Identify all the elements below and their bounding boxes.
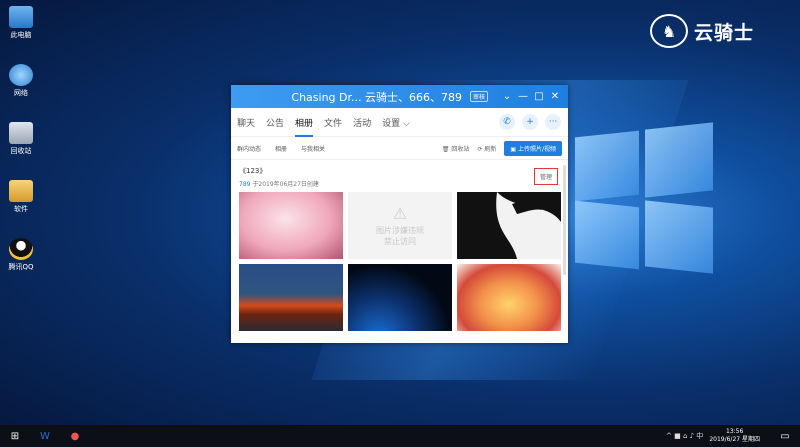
minimize-icon[interactable]: — xyxy=(516,91,530,102)
tab-chat[interactable]: 聊天 xyxy=(237,116,255,129)
subtab-album[interactable]: 相册 xyxy=(275,144,287,153)
desktop-icon-qq[interactable]: 腾讯QQ xyxy=(4,238,38,272)
photo-blocked[interactable]: ⚠ 图片涉嫌违规 禁止访问 xyxy=(348,192,452,259)
clock-time: 13:56 xyxy=(726,428,744,435)
album-header: 《123》 789 于2019年06月27日创建 管理 xyxy=(231,160,568,196)
notification-icon[interactable]: ▭ xyxy=(770,425,800,447)
tab-bar: 聊天 公告 相册 文件 活动 设置 ⌵ ✆ + ··· xyxy=(231,108,568,137)
network-icon xyxy=(9,64,33,86)
desktop-icon-label: 此电脑 xyxy=(10,31,32,39)
tab-announcement[interactable]: 公告 xyxy=(266,116,284,129)
album-title: 《123》 xyxy=(239,167,267,175)
desktop-icon-label: 网络 xyxy=(14,89,28,97)
taskbar: ⊞ W ● ^ ■ ⌂ ♪ 中 13:56 2019/6/27 星期四 ▭ xyxy=(0,425,800,447)
start-icon[interactable]: ⊞ xyxy=(0,425,30,447)
photo-grid: ⚠ 图片涉嫌违规 禁止访问 xyxy=(239,192,561,331)
tab-activity[interactable]: 活动 xyxy=(353,116,371,129)
add-icon[interactable]: + xyxy=(522,114,538,130)
subtab-group-feed[interactable]: 群内动态 xyxy=(237,144,261,153)
recycle-bin-button[interactable]: 🗑 回收站 xyxy=(442,144,470,153)
windows-logo xyxy=(575,122,715,274)
photo-cake[interactable] xyxy=(239,192,343,259)
phone-icon[interactable]: ✆ xyxy=(499,114,515,130)
tab-album[interactable]: 相册 xyxy=(295,116,314,137)
desktop-icon-label: 软件 xyxy=(14,205,28,213)
brand-logo: ♞ 云骑士 xyxy=(650,14,754,48)
photo-illustration[interactable] xyxy=(457,192,561,259)
clock-date: 2019/6/27 星期四 xyxy=(709,436,760,443)
warning-icon: ⚠ xyxy=(392,204,408,223)
desktop-icon-software[interactable]: 软件 xyxy=(4,180,38,214)
tab-settings[interactable]: 设置 ⌵ xyxy=(382,116,410,129)
desktop-icon-network[interactable]: 网络 xyxy=(4,64,38,98)
window-title: Chasing Dr... 云骑士、666、789 xyxy=(291,90,462,104)
subtab-related[interactable]: 与我相关 xyxy=(301,144,325,153)
title-tag[interactable]: 审核 xyxy=(469,91,488,102)
knight-icon: ♞ xyxy=(650,14,688,48)
desktop-icon-recycle-bin[interactable]: 回收站 xyxy=(4,122,38,156)
album-owner[interactable]: 789 xyxy=(239,181,250,188)
refresh-button[interactable]: ⟳ 刷新 xyxy=(477,144,496,153)
blocked-line-2: 禁止访问 xyxy=(384,237,416,246)
computer-icon xyxy=(9,6,33,28)
blocked-line-1: 图片涉嫌违规 xyxy=(376,226,424,235)
photo-volcano[interactable] xyxy=(239,264,343,331)
more-icon[interactable]: ⌄ xyxy=(500,91,514,102)
folder-icon xyxy=(9,180,33,202)
recycle-bin-icon xyxy=(9,122,33,144)
tab-files[interactable]: 文件 xyxy=(324,116,342,129)
manage-button[interactable]: 管理 xyxy=(533,168,558,185)
album-meta: 789 于2019年06月27日创建 xyxy=(239,179,568,188)
brand-text: 云骑士 xyxy=(694,21,755,44)
recycle-bin-label: 回收站 xyxy=(451,145,470,153)
photo-earth[interactable] xyxy=(348,264,452,331)
photo-fruit-cake[interactable] xyxy=(457,264,561,331)
scrollbar[interactable] xyxy=(563,165,566,275)
app-icon[interactable]: ● xyxy=(60,425,90,447)
more-dots-icon[interactable]: ··· xyxy=(545,114,561,130)
clock[interactable]: 13:56 2019/6/27 星期四 xyxy=(709,428,760,444)
title-bar[interactable]: Chasing Dr... 云骑士、666、789 审核 ⌄ — □ ✕ xyxy=(231,85,568,108)
close-icon[interactable]: ✕ xyxy=(548,91,562,102)
album-created: 于2019年06月27日创建 xyxy=(252,181,319,188)
upload-button[interactable]: ▣ 上传照片/视频 xyxy=(504,140,562,156)
qq-penguin-icon xyxy=(9,238,33,260)
upload-label: 上传照片/视频 xyxy=(517,145,556,153)
group-window: Chasing Dr... 云骑士、666、789 审核 ⌄ — □ ✕ 聊天 … xyxy=(231,85,568,343)
system-tray[interactable]: ^ ■ ⌂ ♪ 中 xyxy=(666,431,703,441)
word-icon[interactable]: W xyxy=(30,425,60,447)
desktop-icon-this-pc[interactable]: 此电脑 xyxy=(4,6,38,40)
refresh-label: 刷新 xyxy=(484,145,497,153)
illustration-art xyxy=(496,192,561,259)
desktop-icon-label: 回收站 xyxy=(10,147,32,155)
maximize-icon[interactable]: □ xyxy=(532,91,546,102)
desktop-icon-label: 腾讯QQ xyxy=(8,263,34,271)
album-subnav: 群内动态 相册 与我相关 🗑 回收站 ⟳ 刷新 ▣ 上传照片/视频 xyxy=(231,137,568,160)
